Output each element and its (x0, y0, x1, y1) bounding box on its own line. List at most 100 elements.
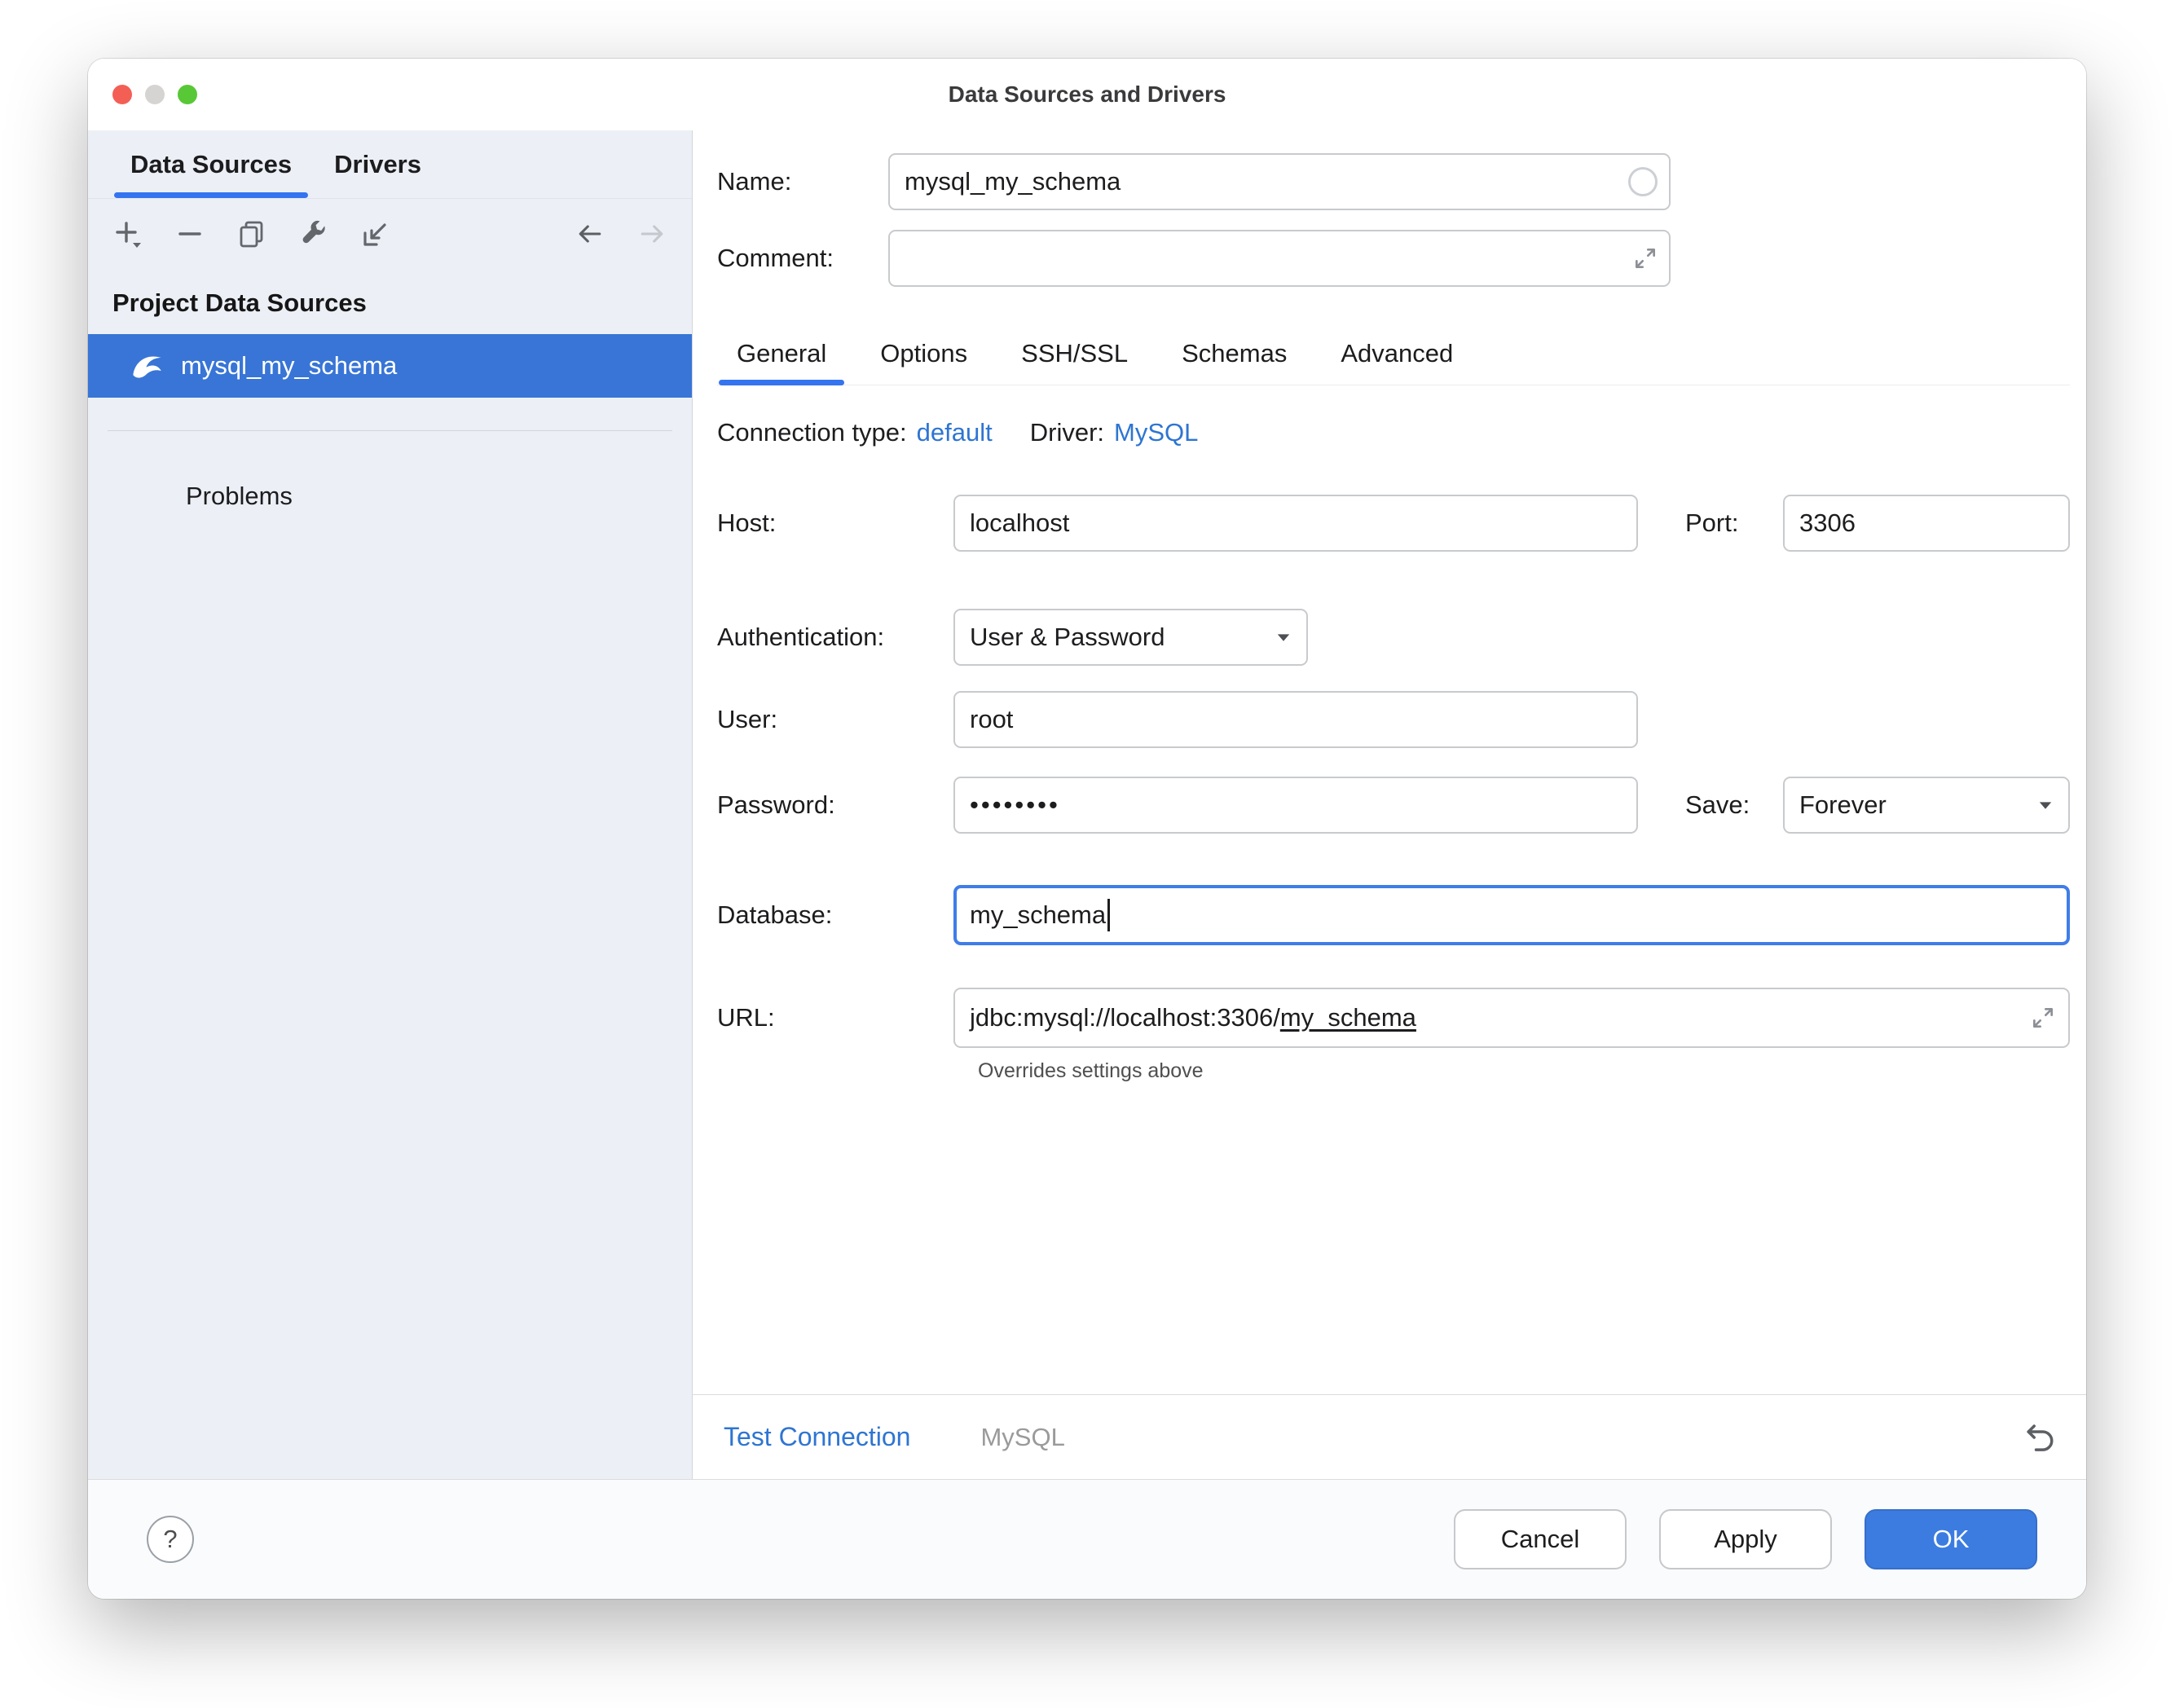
import-button[interactable] (360, 218, 391, 249)
data-source-item[interactable]: mysql_my_schema (88, 334, 692, 398)
url-value-schema[interactable]: my_schema (1280, 1003, 1416, 1032)
connection-type-row: Connection type: default Driver: MySQL (717, 418, 2070, 447)
tab-data-sources[interactable]: Data Sources (109, 130, 313, 198)
comment-input[interactable] (888, 230, 1671, 287)
password-row: Password: Save: Forever (717, 777, 2070, 834)
test-connection-link[interactable]: Test Connection (724, 1422, 910, 1452)
url-field[interactable]: jdbc:mysql://localhost:3306/my_schema (953, 988, 2070, 1048)
duplicate-button[interactable] (236, 218, 267, 249)
tab-schemas-label: Schemas (1182, 339, 1287, 368)
status-bar: Test Connection MySQL (693, 1394, 2086, 1479)
problems-item[interactable]: Problems (88, 482, 692, 511)
apply-button[interactable]: Apply (1659, 1509, 1832, 1569)
sidebar: Data Sources Drivers (88, 130, 693, 1479)
tab-advanced[interactable]: Advanced (1321, 326, 1473, 385)
footer: ? Cancel Apply OK (88, 1479, 2086, 1599)
chevron-down-icon (1274, 627, 1293, 647)
comment-label: Comment: (717, 244, 888, 273)
expand-icon[interactable] (1631, 244, 1659, 272)
tab-general[interactable]: General (717, 326, 846, 385)
url-hint: Overrides settings above (978, 1059, 2070, 1083)
authentication-row: Authentication: User & Password (717, 609, 2070, 666)
password-input[interactable] (953, 777, 1638, 834)
user-input[interactable] (953, 691, 1638, 748)
host-row: Host: Port: (717, 495, 2070, 552)
user-row: User: (717, 691, 2070, 748)
revert-button[interactable] (2021, 1420, 2057, 1455)
add-button[interactable] (112, 218, 143, 249)
name-input[interactable] (888, 153, 1671, 210)
traffic-lights (112, 59, 197, 130)
tab-data-sources-label: Data Sources (130, 150, 292, 179)
port-label: Port: (1685, 508, 1783, 538)
chevron-down-icon (2036, 795, 2055, 815)
database-value: my_schema (970, 900, 1106, 930)
loading-ring-icon (1628, 167, 1658, 196)
sidebar-toolbar (88, 199, 692, 269)
help-button[interactable]: ? (147, 1516, 194, 1563)
import-icon (360, 218, 391, 249)
back-button[interactable] (575, 218, 605, 249)
save-label: Save: (1685, 790, 1783, 820)
wrench-icon (298, 218, 329, 249)
ok-button[interactable]: OK (1865, 1509, 2037, 1569)
back-arrow-icon (575, 217, 605, 251)
comment-row: Comment: (717, 230, 2070, 287)
copy-icon (236, 218, 267, 249)
authentication-value: User & Password (970, 623, 1165, 652)
driver-label: Driver: (1030, 418, 1104, 447)
properties-button[interactable] (298, 218, 329, 249)
driver-link[interactable]: MySQL (1114, 418, 1198, 447)
tab-options[interactable]: Options (861, 326, 987, 385)
name-label: Name: (717, 167, 888, 196)
settings-tabstrip: General Options SSH/SSL Schemas Advanced (717, 326, 2070, 385)
data-source-item-label: mysql_my_schema (181, 351, 397, 381)
connection-type-label: Connection type: (717, 418, 907, 447)
titlebar: Data Sources and Drivers (88, 59, 2086, 130)
cancel-button[interactable]: Cancel (1454, 1509, 1627, 1569)
driver-name: MySQL (980, 1423, 1064, 1452)
sidebar-divider (108, 430, 672, 431)
authentication-label: Authentication: (717, 623, 953, 652)
authentication-select[interactable]: User & Password (953, 609, 1308, 666)
minimize-button (145, 85, 165, 104)
url-value-base: jdbc:mysql://localhost:3306/ (970, 1003, 1280, 1032)
data-sources-dialog: Data Sources and Drivers Data Sources Dr… (88, 59, 2086, 1599)
tab-options-label: Options (880, 339, 967, 368)
close-button[interactable] (112, 85, 132, 104)
tab-ssh-ssl[interactable]: SSH/SSL (1002, 326, 1147, 385)
tab-general-label: General (737, 339, 826, 368)
host-input[interactable] (953, 495, 1638, 552)
user-label: User: (717, 705, 953, 734)
database-row: Database: my_schema (717, 885, 2070, 945)
host-label: Host: (717, 508, 953, 538)
sidebar-tabstrip: Data Sources Drivers (88, 130, 692, 199)
tab-ssh-ssl-label: SSH/SSL (1021, 339, 1128, 368)
save-select[interactable]: Forever (1783, 777, 2070, 834)
tab-drivers-label: Drivers (334, 150, 421, 179)
plus-icon (112, 218, 143, 249)
main-panel: Name: Comment: (693, 130, 2086, 1479)
text-caret (1107, 899, 1110, 931)
mysql-dolphin-icon (130, 350, 163, 382)
save-value: Forever (1799, 790, 1887, 820)
port-input[interactable] (1783, 495, 2070, 552)
expand-icon[interactable] (2029, 1004, 2057, 1032)
remove-button[interactable] (174, 218, 205, 249)
zoom-button[interactable] (178, 85, 197, 104)
forward-arrow-icon (636, 217, 667, 251)
tab-drivers[interactable]: Drivers (313, 130, 442, 198)
section-title: Project Data Sources (88, 269, 692, 334)
url-label: URL: (717, 1003, 953, 1032)
database-label: Database: (717, 900, 953, 930)
tab-schemas[interactable]: Schemas (1162, 326, 1306, 385)
password-label: Password: (717, 790, 953, 820)
database-field[interactable]: my_schema (953, 885, 2070, 945)
undo-icon (2022, 1420, 2056, 1455)
forward-button[interactable] (636, 218, 667, 249)
url-row: URL: jdbc:mysql://localhost:3306/my_sche… (717, 988, 2070, 1048)
connection-type-link[interactable]: default (917, 418, 993, 447)
minus-icon (174, 218, 205, 249)
tab-advanced-label: Advanced (1341, 339, 1453, 368)
window-title: Data Sources and Drivers (88, 81, 2086, 108)
